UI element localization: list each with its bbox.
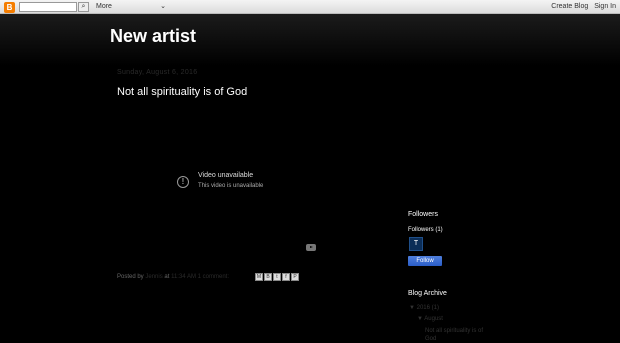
archive-month-toggle[interactable]: ▼ August <box>417 316 443 322</box>
post-title[interactable]: Not all spirituality is of God <box>117 86 247 98</box>
pinterest-share-icon[interactable]: P <box>291 273 299 281</box>
followers-heading: Followers <box>408 211 438 218</box>
create-blog-link[interactable]: Create Blog <box>551 3 588 10</box>
archive-year-toggle[interactable]: ▼ 2016 (1) <box>409 305 439 311</box>
navbar-account-links: Create Blog Sign In <box>547 1 616 13</box>
video-unavailable-title: Video unavailable <box>198 172 254 179</box>
post-footer: Posted by Jennis at 11:34 AM 1 comment: <box>117 274 229 280</box>
blog-archive-heading: Blog Archive <box>408 290 447 297</box>
posted-by-label: Posted by <box>117 274 144 280</box>
search-input[interactable] <box>19 2 77 12</box>
at-label: at <box>164 274 170 280</box>
followers-count: Followers (1) <box>408 227 443 233</box>
follow-button[interactable]: Follow <box>408 256 442 266</box>
blog-title[interactable]: New artist <box>110 26 196 47</box>
archive-post-link[interactable]: Not all spirituality is of God <box>425 327 485 343</box>
date-header: Sunday, August 6, 2016 <box>117 69 198 76</box>
sign-in-link[interactable]: Sign In <box>594 3 616 10</box>
alert-icon: ! <box>177 176 189 188</box>
header-band <box>0 14 620 66</box>
blogthis-share-icon[interactable]: B <box>264 273 272 281</box>
search-button[interactable]: ⌕ <box>78 2 89 12</box>
blogger-navbar: B ⌕ More ⌄ Create Blog Sign In <box>0 0 620 14</box>
blogger-logo-icon[interactable]: B <box>4 2 15 13</box>
comments-link[interactable]: 1 comment: <box>198 274 229 280</box>
youtube-icon[interactable] <box>306 244 316 251</box>
twitter-share-icon[interactable]: t <box>273 273 281 281</box>
facebook-share-icon[interactable]: f <box>282 273 290 281</box>
author-link[interactable]: Jennis <box>145 274 162 280</box>
avatar[interactable]: T <box>409 237 423 251</box>
share-buttons: MBtfP <box>255 273 300 282</box>
more-label: More <box>96 3 112 10</box>
video-unavailable-subtitle: This video is unavailable <box>198 183 264 189</box>
email-share-icon[interactable]: M <box>255 273 263 281</box>
post-time-link[interactable]: 11:34 AM <box>171 274 196 280</box>
chevron-down-icon: ⌄ <box>160 3 166 10</box>
more-dropdown[interactable]: More ⌄ <box>96 1 166 13</box>
